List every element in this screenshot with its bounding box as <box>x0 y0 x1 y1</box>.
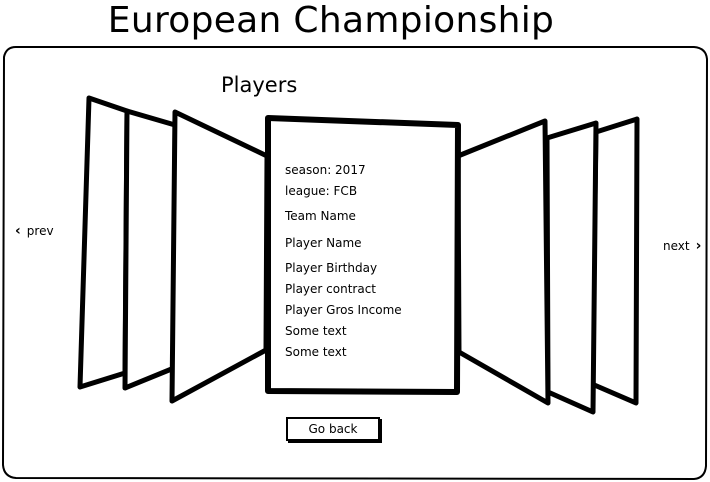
card-field-team-name: Team Name <box>285 209 356 223</box>
card-field-player-contract: Player contract <box>285 282 376 296</box>
card-field-some-text: Some text <box>285 324 347 338</box>
carousel-card-right-far <box>589 116 640 406</box>
carousel-card-left-far <box>77 95 130 390</box>
card-field-player-name: Player Name <box>285 236 362 250</box>
carousel-card-right-mid <box>544 120 599 415</box>
card-field-player-gros-income: Player Gros Income <box>285 303 402 317</box>
carousel-card-right-near <box>455 118 551 406</box>
card-field-league: league: FCB <box>285 184 358 198</box>
carousel-card-left-mid <box>122 108 178 391</box>
card-field-season: season: 2017 <box>285 163 366 177</box>
card-field-player-birthday: Player Birthday <box>285 261 378 275</box>
go-back-button[interactable]: Go back <box>286 417 380 441</box>
carousel-card-left-near <box>169 109 270 404</box>
card-field-some-text: Some text <box>285 345 347 359</box>
